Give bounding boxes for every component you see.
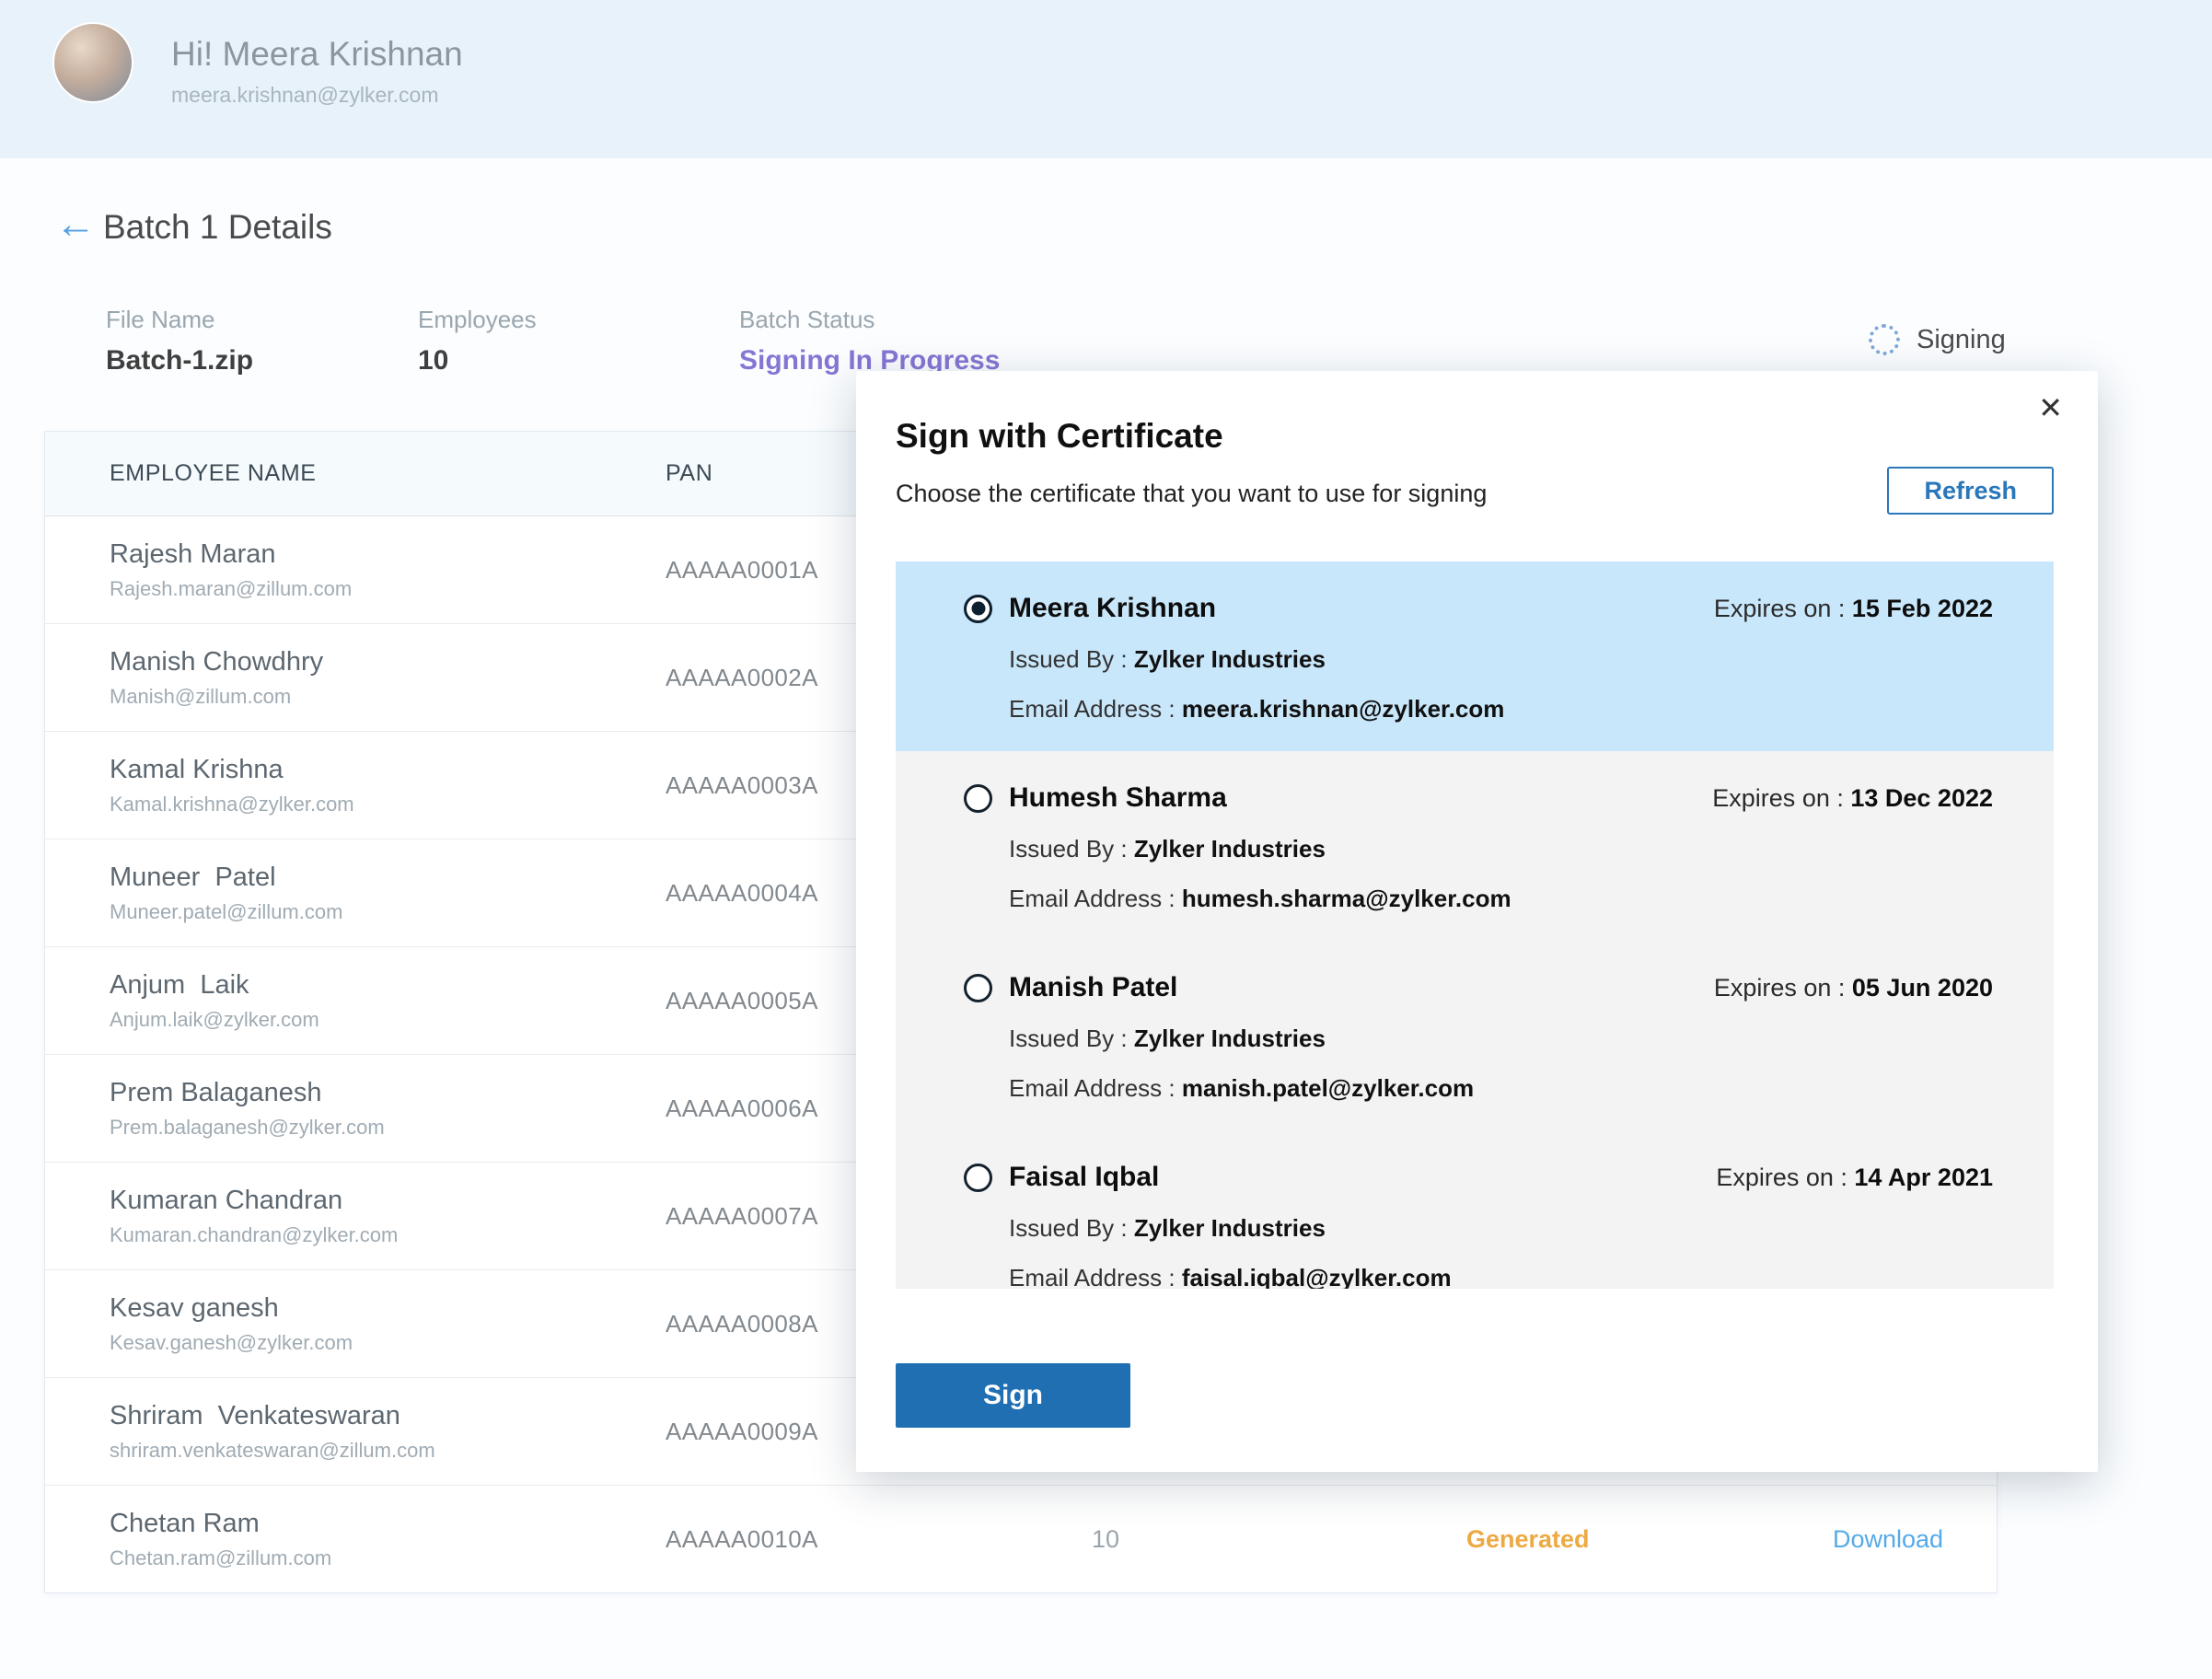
user-name: Hi! Meera Krishnan: [171, 35, 463, 74]
employee-pan: AAAAA0010A: [666, 1525, 1050, 1554]
user-greeting: Hi! Meera Krishnan meera.krishnan@zylker…: [171, 35, 463, 108]
document-count: 10: [1050, 1525, 1409, 1554]
certificate-expiry: Expires on : 05 Jun 2020: [1714, 974, 1993, 1002]
employee-name: Chetan Ram: [110, 1509, 666, 1539]
loading-spinner-icon: [1869, 324, 1900, 355]
employees-count: 10: [418, 345, 537, 376]
modal-subtitle: Choose the certificate that you want to …: [896, 480, 1487, 508]
radio-unselected-icon[interactable]: [964, 1164, 992, 1192]
table-row: Chetan Ram Chetan.ram@zillum.com AAAAA00…: [45, 1486, 1997, 1593]
certificate-expiry: Expires on : 15 Feb 2022: [1714, 595, 1993, 623]
radio-selected-icon[interactable]: [964, 595, 992, 623]
employee-name: Muneer Patel: [110, 863, 666, 893]
certificate-name: Manish Patel: [1009, 972, 1177, 1003]
file-name-value: Batch-1.zip: [106, 345, 253, 376]
page-title: Batch 1 Details: [103, 208, 332, 247]
employee-name: Kumaran Chandran: [110, 1186, 666, 1216]
employee-email: Muneer.patel@zillum.com: [110, 900, 666, 924]
file-name-block: File Name Batch-1.zip: [106, 306, 253, 376]
certificate-issuer: Issued By : Zylker Industries: [1009, 645, 1993, 674]
signing-label: Signing: [1917, 325, 2006, 355]
employee-name: Kamal Krishna: [110, 755, 666, 785]
batch-status-label: Batch Status: [739, 306, 1000, 334]
certificate-option[interactable]: Humesh Sharma Expires on : 13 Dec 2022 I…: [896, 751, 2054, 941]
certificate-email: Email Address : meera.krishnan@zylker.co…: [1009, 695, 1993, 724]
employee-email: Kumaran.chandran@zylker.com: [110, 1223, 666, 1247]
modal-title: Sign with Certificate: [896, 417, 1223, 456]
certificate-email: Email Address : humesh.sharma@zylker.com: [1009, 885, 1993, 913]
employee-name: Kesav ganesh: [110, 1293, 666, 1324]
certificate-email: Email Address : faisal.iqbal@zylker.com: [1009, 1264, 1993, 1289]
status-badge: Generated: [1409, 1525, 1778, 1554]
certificate-expiry: Expires on : 14 Apr 2021: [1716, 1164, 1993, 1192]
refresh-button[interactable]: Refresh: [1887, 467, 2054, 515]
employee-email: Prem.balaganesh@zylker.com: [110, 1116, 666, 1140]
certificate-email: Email Address : manish.patel@zylker.com: [1009, 1074, 1993, 1103]
employee-email: Kamal.krishna@zylker.com: [110, 793, 666, 816]
sign-button[interactable]: Sign: [896, 1363, 1130, 1428]
employee-email: Kesav.ganesh@zylker.com: [110, 1331, 666, 1355]
certificate-expiry: Expires on : 13 Dec 2022: [1712, 784, 1993, 813]
certificate-name: Meera Krishnan: [1009, 593, 1216, 624]
download-link[interactable]: Download: [1778, 1525, 1997, 1554]
certificate-issuer: Issued By : Zylker Industries: [1009, 835, 1993, 863]
employee-name: Rajesh Maran: [110, 539, 666, 570]
certificate-option[interactable]: Meera Krishnan Expires on : 15 Feb 2022 …: [896, 562, 2054, 751]
certificate-name: Humesh Sharma: [1009, 782, 1227, 814]
employee-email: Rajesh.maran@zillum.com: [110, 577, 666, 601]
user-email: meera.krishnan@zylker.com: [171, 83, 463, 108]
employee-email: shriram.venkateswaran@zillum.com: [110, 1439, 666, 1463]
certificate-option[interactable]: Faisal Iqbal Expires on : 14 Apr 2021 Is…: [896, 1130, 2054, 1289]
close-icon[interactable]: ✕: [2038, 393, 2063, 423]
column-employee-name: EMPLOYEE NAME: [110, 460, 666, 487]
employee-name: Manish Chowdhry: [110, 647, 666, 677]
certificate-option[interactable]: Manish Patel Expires on : 05 Jun 2020 Is…: [896, 941, 2054, 1130]
employee-email: Chetan.ram@zillum.com: [110, 1546, 666, 1570]
certificate-list: Meera Krishnan Expires on : 15 Feb 2022 …: [896, 562, 2054, 1289]
radio-unselected-icon[interactable]: [964, 784, 992, 813]
employees-label: Employees: [418, 306, 537, 334]
batch-status-block: Batch Status Signing In Progress: [739, 306, 1000, 376]
employee-name: Anjum Laik: [110, 970, 666, 1001]
employee-email: Anjum.laik@zylker.com: [110, 1008, 666, 1032]
top-header: Hi! Meera Krishnan meera.krishnan@zylker…: [0, 0, 2212, 158]
employee-name: Prem Balaganesh: [110, 1078, 666, 1108]
certificate-name: Faisal Iqbal: [1009, 1162, 1159, 1193]
certificate-issuer: Issued By : Zylker Industries: [1009, 1214, 1993, 1243]
employees-block: Employees 10: [418, 306, 537, 376]
sign-certificate-modal: ✕ Sign with Certificate Choose the certi…: [856, 371, 2098, 1472]
back-arrow-icon[interactable]: ←: [55, 204, 96, 245]
employee-email: Manish@zillum.com: [110, 685, 666, 709]
file-name-label: File Name: [106, 306, 253, 334]
certificate-issuer: Issued By : Zylker Industries: [1009, 1025, 1993, 1053]
employee-name: Shriram Venkateswaran: [110, 1401, 666, 1431]
avatar: [52, 22, 133, 103]
signing-indicator: Signing: [1869, 324, 2006, 355]
radio-unselected-icon[interactable]: [964, 974, 992, 1002]
